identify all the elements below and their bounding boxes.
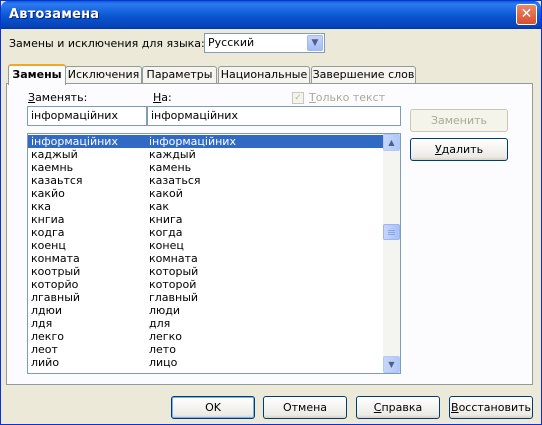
list-item-replace: лдя [31,317,53,330]
list-item-replace: лекго [31,330,64,343]
list-item-with: который [149,265,199,278]
list-item-with: конец [149,239,184,252]
list-item-with: каждый [149,148,196,161]
replace-label: Заменять: [28,91,88,104]
with-input[interactable]: інформаційних [147,106,401,126]
list-item-with: комната [149,252,198,265]
list-item[interactable]: лийо лицо [28,356,384,369]
list-item-with: камень [149,161,192,174]
language-label: Замены и исключения для языка: [9,37,205,50]
list-item[interactable]: кка как [28,200,384,213]
restore-button[interactable]: Восстановить [449,396,533,419]
cancel-button[interactable]: Отмена [263,396,347,419]
list-item-replace: конмата [31,252,80,265]
list-item[interactable]: леот лето [28,343,384,356]
list-item[interactable]: кодга когда [28,226,384,239]
list-item[interactable]: лдя для [28,317,384,330]
list-item-with: казаться [149,174,201,187]
language-select[interactable]: Русский ▼ [204,33,325,53]
list-item-replace: лийо [31,356,60,369]
arrow-down-icon[interactable]: ▼ [383,356,400,373]
autocorrect-dialog: Автозамена ✕ Замены и исключения для язы… [0,0,542,425]
list-item-with: главный [149,291,199,304]
list-item-replace: леот [31,343,58,356]
list-item-replace: лгавный [31,291,81,304]
replacements-list[interactable]: інформаційних інформаційних каджый каждый ка… [27,133,401,374]
list-item[interactable]: которйо которой [28,278,384,291]
list-item-with: как [149,200,170,213]
list-item-replace: лдюи [31,304,63,317]
list-item[interactable]: інформаційних інформаційних [28,135,384,148]
chevron-down-icon[interactable]: ▼ [307,35,323,51]
list-item-replace: лшни [31,369,62,373]
list-item[interactable]: каджый каждый [28,148,384,161]
list-item-replace: коенц [31,239,66,252]
list-item[interactable]: кнгиа книга [28,213,384,226]
list-item-replace: кка [31,200,52,213]
list-item[interactable]: конмата комната [28,252,384,265]
list-item-with: какой [149,187,183,200]
list-item[interactable]: лдюи люди [28,304,384,317]
list-item-with: лето [149,343,176,356]
list-item-replace: которйо [31,278,79,291]
list-item[interactable]: лекго легко [28,330,384,343]
list-item-replace: каджый [31,148,78,161]
window-title: Автозамена [9,7,100,22]
list-item-with: для [149,317,171,330]
list-item[interactable]: лгавный главный [28,291,384,304]
list-item-replace: кодга [31,226,65,239]
language-selected-value: Русский [208,36,255,49]
list-item-with: лишь [149,369,180,373]
tab-replacements[interactable]: Замены [8,64,66,85]
list-item-with: інформаційних [149,135,236,148]
list-item-replace: казаьтся [31,174,83,187]
list-item-with: книга [149,213,183,226]
list-item-with: люди [149,304,181,317]
with-label: На: [153,91,172,104]
list-item-replace: каемнь [31,161,74,174]
close-button[interactable]: ✕ [516,4,537,25]
list-item-with: которой [149,278,197,291]
tab-national[interactable]: Национальные [218,66,310,84]
tab-word-completion[interactable]: Завершение слов [311,66,416,84]
list-item[interactable]: казаьтся казаться [28,174,384,187]
plain-text-checkbox[interactable]: ✓ [292,92,304,104]
plain-text-label: Только текст [309,91,386,104]
delete-button[interactable]: Удалить [410,138,508,161]
arrow-up-icon[interactable]: ▲ [383,134,400,151]
list-item-replace: кнгиа [31,213,65,226]
list-item-replace: інформаційних [31,135,118,148]
list-item[interactable]: какйо какой [28,187,384,200]
list-item-replace: коотрый [31,265,81,278]
list-item[interactable]: коенц конец [28,239,384,252]
replace-button[interactable]: Заменить [410,109,508,132]
tab-exceptions[interactable]: Исключения [65,66,142,84]
vertical-scrollbar[interactable]: ▲ ▼ [383,134,400,373]
list-item-with: лицо [149,356,178,369]
scrollbar-thumb[interactable] [383,224,400,240]
ok-button[interactable]: OK [171,396,255,419]
tab-options[interactable]: Параметры [142,66,217,84]
list-item[interactable]: лшни лишь [28,369,384,373]
title-bar[interactable]: Автозамена ✕ [1,1,541,29]
list-item[interactable]: каемнь камень [28,161,384,174]
help-button[interactable]: Справка [356,396,440,419]
list-item[interactable]: коотрый который [28,265,384,278]
replace-input[interactable]: інформаційних [27,106,147,126]
list-item-replace: какйо [31,187,65,200]
list-item-with: когда [149,226,183,239]
list-item-with: легко [149,330,182,343]
